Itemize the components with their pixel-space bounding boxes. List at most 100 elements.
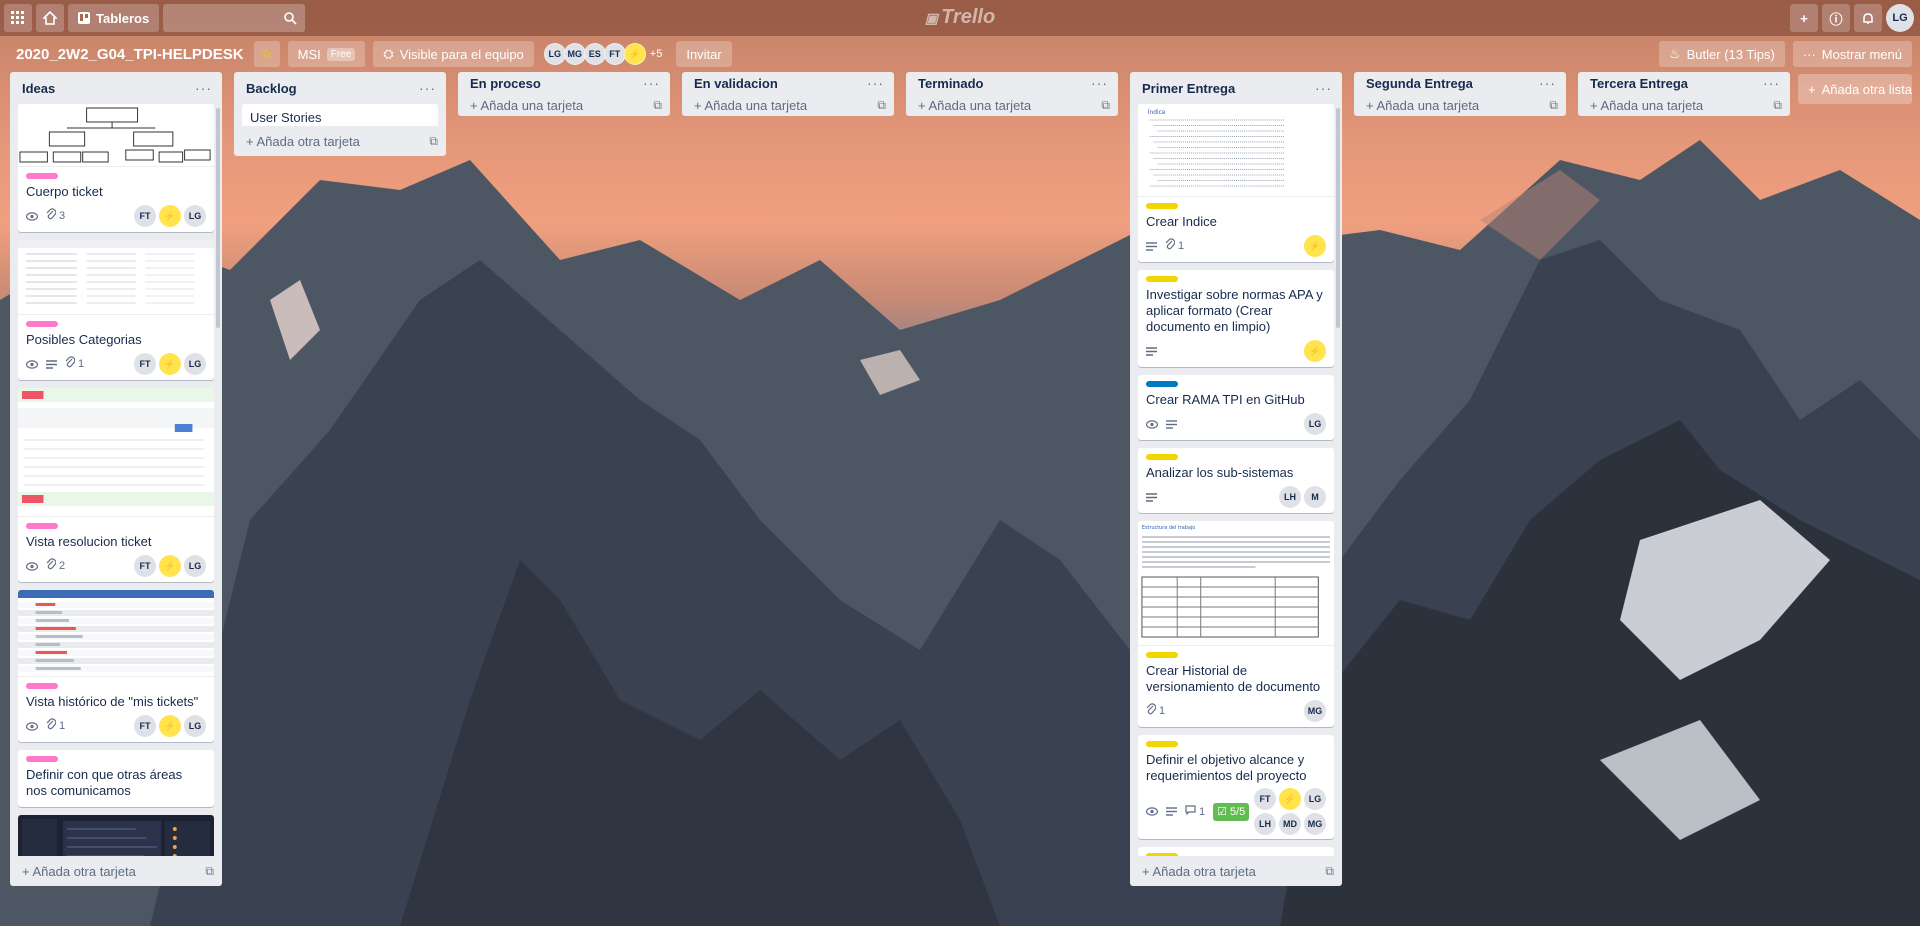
member-avatar[interactable]: ES xyxy=(583,43,606,65)
more-members-count[interactable]: +5 xyxy=(650,48,663,60)
list-title[interactable]: Terminado xyxy=(918,76,984,91)
card-template-icon[interactable]: ⧉ xyxy=(653,98,662,113)
member-avatar[interactable]: MG xyxy=(1304,700,1326,722)
list-title[interactable]: Ideas xyxy=(22,81,55,96)
card-label[interactable] xyxy=(1146,652,1178,658)
card-label[interactable] xyxy=(1146,203,1178,209)
member-avatar-pikachu-icon[interactable]: ⚡ xyxy=(623,43,646,65)
member-avatar-pikachu-icon[interactable]: ⚡ xyxy=(1304,340,1326,362)
list-menu-icon[interactable]: ··· xyxy=(195,80,212,96)
show-menu-button[interactable]: ··· Mostrar menú xyxy=(1792,41,1912,67)
add-card-button[interactable]: + Añada una tarjeta ⧉ xyxy=(1578,95,1790,116)
card-label[interactable] xyxy=(1146,381,1178,387)
member-avatar-pikachu-icon[interactable]: ⚡ xyxy=(1304,235,1326,257)
list-scrollbar[interactable] xyxy=(216,108,220,328)
member-avatar[interactable]: MD xyxy=(1279,813,1301,835)
star-icon[interactable]: ☆ xyxy=(253,41,280,67)
member-avatar-pikachu-icon[interactable]: ⚡ xyxy=(159,353,181,375)
list-menu-icon[interactable]: ··· xyxy=(1763,75,1780,91)
card-template-icon[interactable]: ⧉ xyxy=(877,98,886,113)
card-template-icon[interactable]: ⧉ xyxy=(1101,98,1110,113)
list-menu-icon[interactable]: ··· xyxy=(1539,75,1556,91)
board-title[interactable]: 2020_2W2_G04_TPI-HELPDESK xyxy=(16,46,244,63)
butler-button[interactable]: ♨ Butler (13 Tips) xyxy=(1658,41,1785,67)
member-avatar[interactable]: FT xyxy=(603,43,626,65)
card[interactable]: Documentar el caso de estudio☑2/2LGMD xyxy=(1138,847,1334,856)
add-card-button[interactable]: + Añada una tarjeta ⧉ xyxy=(682,95,894,116)
list-scrollbar[interactable] xyxy=(1336,108,1340,328)
card[interactable]: Definir con que otras áreas nos comunica… xyxy=(18,750,214,807)
member-avatar[interactable]: FT xyxy=(1254,788,1276,810)
info-icon[interactable]: ⓘ xyxy=(1822,4,1850,32)
card[interactable]: Cuerpo ticket 3 FT ⚡ LG xyxy=(18,104,214,232)
card-label[interactable] xyxy=(1146,276,1178,282)
card[interactable]: Vista histórico de "mis tickets" 1 FT ⚡ LG xyxy=(18,590,214,742)
member-avatar[interactable]: LG xyxy=(184,715,206,737)
list-menu-icon[interactable]: ··· xyxy=(1091,75,1108,91)
card-label[interactable] xyxy=(26,683,58,689)
card-template-icon[interactable]: ⧉ xyxy=(1325,864,1334,879)
card[interactable]: User Stories1 xyxy=(242,104,438,126)
card[interactable]: Crear RAMA TPI en GitHub LG xyxy=(1138,375,1334,440)
card-label[interactable] xyxy=(26,523,58,529)
member-avatar[interactable]: LG xyxy=(1304,413,1326,435)
notifications-bell-icon[interactable] xyxy=(1854,4,1882,32)
list-header[interactable]: Segunda Entrega ··· xyxy=(1354,72,1566,95)
member-avatar-pikachu-icon[interactable]: ⚡ xyxy=(1279,788,1301,810)
list-header[interactable]: Tercera Entrega ··· xyxy=(1578,72,1790,95)
card[interactable]: Investigar sobre normas APA y aplicar fo… xyxy=(1138,270,1334,367)
member-avatar[interactable]: LG xyxy=(184,205,206,227)
card[interactable]: Índice Crear Indice 1 ⚡ xyxy=(1138,104,1334,262)
list-header[interactable]: Ideas ··· xyxy=(10,72,222,104)
card-template-icon[interactable]: ⧉ xyxy=(1549,98,1558,113)
add-card-button[interactable]: + Añada una tarjeta ⧉ xyxy=(1354,95,1566,116)
member-avatar[interactable]: LH xyxy=(1254,813,1276,835)
member-avatar[interactable]: FT xyxy=(134,353,156,375)
member-avatar[interactable]: FT xyxy=(134,205,156,227)
invite-button[interactable]: Invitar xyxy=(676,41,732,67)
list-header[interactable]: Backlog ··· xyxy=(234,72,446,104)
card-label[interactable] xyxy=(26,173,58,179)
list-header[interactable]: Primer Entrega ··· xyxy=(1130,72,1342,104)
user-avatar[interactable]: LG xyxy=(1886,4,1914,32)
card[interactable]: Posibles Categorias 1 FT ⚡ LG xyxy=(18,240,214,380)
create-plus-icon[interactable]: + xyxy=(1790,4,1818,32)
card-label[interactable] xyxy=(1146,454,1178,460)
member-avatar[interactable]: LG xyxy=(184,555,206,577)
search-input[interactable] xyxy=(163,4,306,32)
card-template-icon[interactable]: ⧉ xyxy=(205,864,214,879)
team-button[interactable]: MSI Free xyxy=(287,41,366,67)
list-title[interactable]: Segunda Entrega xyxy=(1366,76,1473,91)
member-avatar[interactable]: FT xyxy=(134,715,156,737)
member-avatar[interactable]: LG xyxy=(184,353,206,375)
add-card-button[interactable]: + Añada otra tarjeta ⧉ xyxy=(234,126,446,156)
member-avatar[interactable]: FT xyxy=(134,555,156,577)
card-label[interactable] xyxy=(26,321,58,327)
list-header[interactable]: En validacion ··· xyxy=(682,72,894,95)
member-avatar[interactable]: LH xyxy=(1279,486,1301,508)
visibility-button[interactable]: ⛭ Visible para el equipo xyxy=(373,41,534,67)
boards-button[interactable]: Tableros xyxy=(68,4,160,32)
add-card-button[interactable]: + Añada una tarjeta ⧉ xyxy=(458,95,670,116)
list-header[interactable]: Terminado ··· xyxy=(906,72,1118,95)
card-label[interactable] xyxy=(26,756,58,762)
list-header[interactable]: En proceso ··· xyxy=(458,72,670,95)
card[interactable]: Analizar los sub-sistemas LH M xyxy=(1138,448,1334,513)
card-template-icon[interactable]: ⧉ xyxy=(1773,98,1782,113)
member-avatar[interactable]: LG xyxy=(1304,788,1326,810)
add-card-button[interactable]: + Añada una tarjeta ⧉ xyxy=(906,95,1118,116)
member-avatar-pikachu-icon[interactable]: ⚡ xyxy=(159,555,181,577)
card-label[interactable] xyxy=(1146,741,1178,747)
card[interactable]: Definir el objetivo alcance y requerimie… xyxy=(1138,735,1334,839)
member-avatar[interactable]: MG xyxy=(563,43,586,65)
list-title[interactable]: Backlog xyxy=(246,81,297,96)
add-list-button[interactable]: + Añada otra lista xyxy=(1798,74,1912,104)
member-avatar[interactable]: MG xyxy=(1304,813,1326,835)
member-avatar[interactable]: LG xyxy=(543,43,566,65)
home-icon[interactable] xyxy=(36,4,64,32)
list-menu-icon[interactable]: ··· xyxy=(1315,80,1332,96)
list-title[interactable]: Tercera Entrega xyxy=(1590,76,1688,91)
member-avatar-pikachu-icon[interactable]: ⚡ xyxy=(159,205,181,227)
list-title[interactable]: Primer Entrega xyxy=(1142,81,1235,96)
list-menu-icon[interactable]: ··· xyxy=(643,75,660,91)
